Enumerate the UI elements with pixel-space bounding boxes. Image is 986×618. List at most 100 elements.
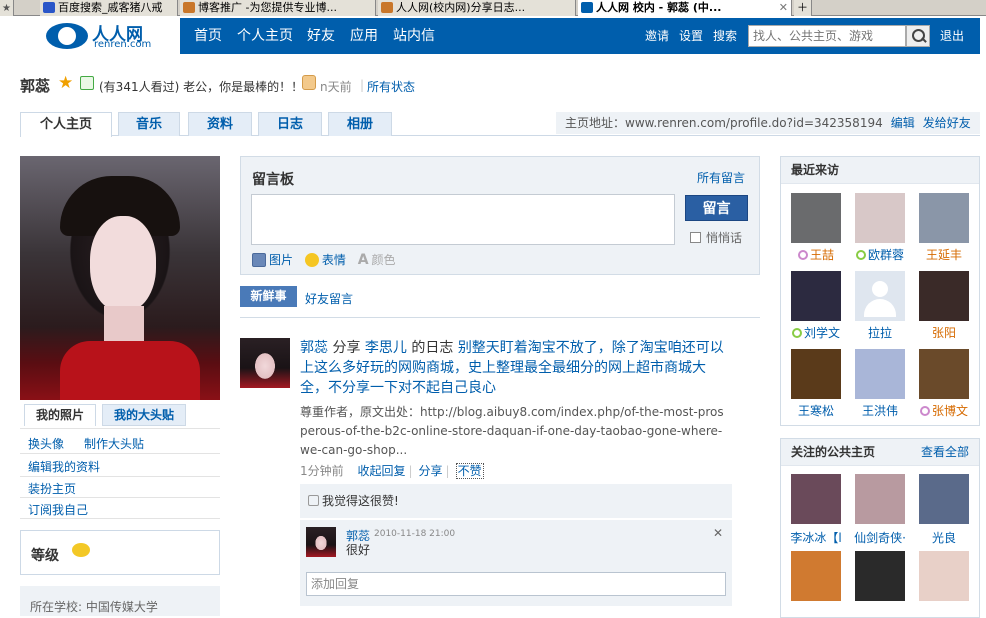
close-tab-icon[interactable]: ✕ [779, 0, 788, 15]
logout-link[interactable]: 退出 [940, 18, 964, 54]
visitor-avatar[interactable] [855, 193, 905, 243]
nav-profile[interactable]: 个人主页 [237, 18, 293, 54]
visitor-name-link[interactable]: 王寒松 [786, 402, 846, 419]
avatar-neck [104, 306, 144, 346]
public-page-avatar[interactable] [919, 474, 969, 524]
send-to-friend-link[interactable]: 发给好友 [923, 116, 971, 130]
whisper-checkbox[interactable]: 悄悄话 [690, 229, 742, 246]
nav-friends[interactable]: 好友 [307, 18, 335, 54]
feed-author-link[interactable]: 郭蕊 [300, 340, 328, 356]
browser-tab-4-active[interactable]: 人人网 校内 - 郭蕊 (中... ✕ [578, 0, 792, 16]
visitor-name-link[interactable]: 王喆 [786, 246, 846, 263]
image-tool[interactable]: 图片 [252, 253, 293, 267]
nav-apps[interactable]: 应用 [350, 18, 378, 54]
search-link[interactable]: 搜索 [713, 18, 737, 54]
invite-link[interactable]: 邀请 [645, 18, 669, 54]
visitor-avatar[interactable] [855, 271, 905, 321]
browser-tab-2[interactable]: 博客推广 -为您提供专业博... [180, 0, 376, 16]
visitor-avatar[interactable] [919, 193, 969, 243]
level-duck-icon[interactable] [72, 543, 90, 557]
divider: | [360, 78, 365, 92]
collapse-replies-link[interactable]: 收起回复 [357, 464, 405, 478]
settings-link[interactable]: 设置 [679, 18, 703, 54]
tab-music[interactable]: 音乐 [118, 112, 180, 136]
reply-avatar[interactable] [306, 527, 336, 557]
all-messages-link[interactable]: 所有留言 [697, 169, 745, 186]
level-label: 等级 [31, 548, 59, 564]
public-page-avatar[interactable] [791, 474, 841, 524]
color-tool[interactable]: A 颜色 [357, 252, 396, 268]
all-status-link[interactable]: 所有状态 [367, 78, 415, 95]
vip-badge-icon [855, 250, 866, 260]
feed-of: 的日志 [406, 340, 458, 356]
reply-time: 2010-11-18 21:00 [374, 529, 456, 539]
visitor-name-link[interactable]: 王延丰 [914, 246, 974, 263]
tab-home[interactable]: 个人主页 [20, 112, 112, 137]
public-page-name-link[interactable]: 光良 [914, 529, 974, 546]
profile-avatar[interactable] [20, 156, 220, 400]
tab-friend-messages[interactable]: 好友留言 [305, 290, 353, 307]
visitor-name-link[interactable]: 王洪伟 [850, 402, 910, 419]
visitor-avatar[interactable] [791, 193, 841, 243]
tab-news-feed[interactable]: 新鲜事 [240, 286, 297, 307]
visitor-name-link[interactable]: 张博文 [914, 402, 974, 419]
profile-name[interactable]: 郭蕊 [20, 75, 50, 96]
my-photos-button[interactable]: 我的照片 [24, 404, 96, 426]
public-pages-header: 关注的公共主页 查看全部 [781, 439, 979, 466]
feed-target-link[interactable]: 李思儿 [365, 340, 407, 356]
browser-home-tab[interactable]: ★ [0, 0, 14, 16]
subscribe-self-link[interactable]: 订阅我自己 [28, 501, 88, 518]
like-thumb-icon[interactable] [302, 75, 316, 90]
public-page-avatar[interactable] [919, 551, 969, 601]
visitor-name-link[interactable]: 刘学文 [786, 324, 846, 341]
guestbook: 留言板 所有留言 留言 悄悄话 图片 表情 A 颜色 [240, 156, 760, 275]
visitor-name-link[interactable]: 拉拉 [850, 324, 910, 341]
visitor-name-link[interactable]: 张阳 [914, 324, 974, 341]
visitor-avatar[interactable] [919, 349, 969, 399]
make-sticker-link[interactable]: 制作大头贴 [84, 435, 144, 452]
tab-profile-info[interactable]: 资料 [188, 112, 252, 136]
renren-logo[interactable]: 人人网 renren.com [20, 18, 180, 54]
close-icon[interactable]: ✕ [713, 526, 723, 540]
my-sticker-button[interactable]: 我的大头贴 [102, 404, 186, 426]
public-page-name-link[interactable]: 李冰冰【l [786, 529, 846, 546]
emoticon-tool[interactable]: 表情 [304, 253, 346, 267]
font-color-icon: A [357, 252, 369, 268]
checkbox-icon[interactable] [690, 232, 701, 243]
view-all-link[interactable]: 查看全部 [921, 439, 969, 466]
edit-address-link[interactable]: 编辑 [891, 116, 915, 130]
public-page-avatar[interactable] [791, 551, 841, 601]
divider [20, 453, 220, 454]
browser-tab-label: 百度搜索_戚客猪八戒 [58, 1, 163, 14]
browser-tab-3[interactable]: 人人网(校内网)分享日志... [378, 0, 576, 16]
guestbook-input[interactable] [251, 194, 675, 245]
visitor-avatar[interactable] [919, 271, 969, 321]
post-message-button[interactable]: 留言 [685, 195, 748, 221]
visitor-avatar[interactable] [791, 271, 841, 321]
public-page-avatar[interactable] [855, 551, 905, 601]
tab-album[interactable]: 相册 [328, 112, 392, 136]
edit-profile-link[interactable]: 编辑我的资料 [28, 458, 100, 475]
search-input[interactable] [748, 25, 906, 47]
new-tab-button[interactable]: ＋ [794, 0, 812, 16]
visitor-avatar[interactable] [791, 349, 841, 399]
change-avatar-link[interactable]: 换头像 [28, 435, 64, 452]
visitor-avatar[interactable] [855, 349, 905, 399]
nav-messages[interactable]: 站内信 [393, 18, 435, 54]
visitor-name-link[interactable]: 欧群蓉 [850, 246, 910, 263]
share-link[interactable]: 分享 [419, 464, 443, 478]
unlike-link[interactable]: 不赞 [455, 463, 484, 479]
decorate-page-link[interactable]: 装扮主页 [28, 480, 76, 497]
public-page-name-link[interactable]: 仙剑奇侠· [850, 529, 910, 546]
search-button[interactable] [906, 25, 930, 47]
nav-home[interactable]: 首页 [194, 18, 222, 54]
star-icon[interactable]: ★ [58, 73, 73, 93]
vip-icon[interactable] [80, 76, 94, 90]
status-time: n天前 [320, 80, 352, 94]
divider: | [445, 464, 450, 478]
browser-tab-1[interactable]: 百度搜索_戚客猪八戒 [40, 0, 178, 16]
tab-blog[interactable]: 日志 [258, 112, 322, 136]
public-page-avatar[interactable] [855, 474, 905, 524]
add-reply-input[interactable]: 添加回复 [306, 572, 726, 596]
feed-avatar[interactable] [240, 338, 290, 388]
